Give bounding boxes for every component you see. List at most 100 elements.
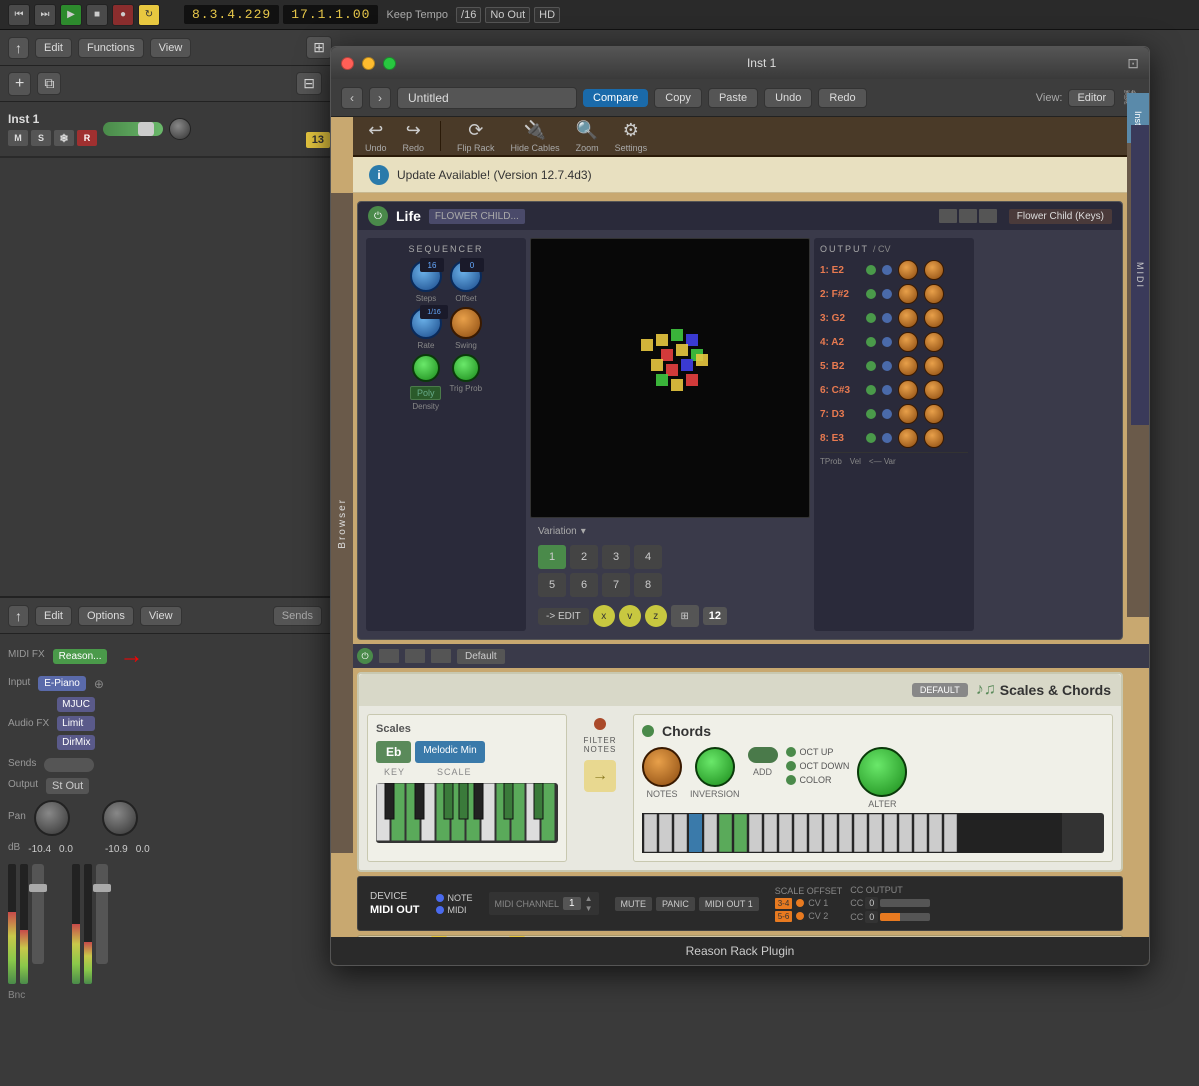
channel-down[interactable]: ▼: [585, 904, 593, 913]
add-toggle[interactable]: [748, 747, 778, 763]
rewind-btn[interactable]: ⏮: [8, 4, 30, 26]
edit-sends-btn[interactable]: Edit: [35, 606, 72, 626]
view-btn3[interactable]: [431, 649, 451, 663]
fx-limit[interactable]: Limit: [57, 716, 95, 731]
grid-btn[interactable]: ⊞: [671, 605, 699, 627]
scale-btn[interactable]: Melodic Min: [415, 741, 484, 763]
plugin-corner-btn[interactable]: ⊡: [1127, 55, 1139, 72]
output-select[interactable]: No Out: [485, 7, 530, 23]
minimize-btn[interactable]: [362, 57, 375, 70]
sends-up-btn[interactable]: ↑: [8, 605, 29, 627]
browser-sidebar[interactable]: Browser: [331, 193, 353, 853]
panel-toggle-btn[interactable]: ⊟: [296, 72, 322, 95]
midi-right-sidebar[interactable]: MIDI: [1131, 125, 1149, 425]
mute-btn[interactable]: MUTE: [615, 897, 653, 911]
undo-rack-btn[interactable]: ↩ Undo: [365, 120, 387, 153]
var-btn-7[interactable]: 7: [602, 573, 630, 597]
pan-knob-large[interactable]: [34, 800, 70, 836]
fader-vertical1[interactable]: [32, 864, 44, 964]
volume-fader[interactable]: [103, 122, 163, 136]
inversion-knob[interactable]: [695, 747, 735, 787]
view-menu[interactable]: View: [150, 38, 192, 58]
output-knob-3b[interactable]: [924, 308, 944, 328]
v-btn[interactable]: v: [619, 605, 641, 627]
grid-icon[interactable]: ⊞: [306, 36, 332, 59]
output-knob-6[interactable]: [898, 380, 918, 400]
midi-out1-btn[interactable]: MIDI OUT 1: [699, 897, 759, 911]
output-knob-8[interactable]: [898, 428, 918, 448]
mute-btn[interactable]: M: [8, 130, 28, 146]
freeze-icon[interactable]: ❄: [54, 130, 74, 146]
edit-menu[interactable]: Edit: [35, 38, 72, 58]
key-btn[interactable]: Eb: [376, 741, 411, 763]
division-select[interactable]: /16: [456, 7, 481, 23]
variation-arrow[interactable]: ▾: [581, 526, 586, 537]
functions-menu[interactable]: Functions: [78, 38, 144, 58]
view-icon3[interactable]: [979, 209, 997, 223]
sc-default-btn[interactable]: DEFAULT: [912, 683, 968, 697]
nav-next-btn[interactable]: ›: [369, 87, 391, 109]
settings-btn[interactable]: ⚙ Settings: [615, 120, 648, 153]
swing-knob[interactable]: [450, 307, 482, 339]
view-btn1[interactable]: [379, 649, 399, 663]
var-btn-4[interactable]: 4: [634, 545, 662, 569]
density-knob[interactable]: [412, 354, 440, 382]
power-indicator[interactable]: ⏻: [357, 648, 373, 664]
flip-rack-btn[interactable]: ⟳ Flip Rack: [457, 120, 495, 153]
output-knob-1b[interactable]: [924, 260, 944, 280]
output-knob-2b[interactable]: [924, 284, 944, 304]
channel-up[interactable]: ▲: [585, 894, 593, 903]
var-btn-3[interactable]: 3: [602, 545, 630, 569]
options-btn[interactable]: Options: [78, 606, 134, 626]
record-btn[interactable]: ●: [112, 4, 134, 26]
quality-select[interactable]: HD: [534, 7, 560, 23]
duplicate-btn[interactable]: ⧉: [37, 72, 61, 95]
back-btn[interactable]: ⏭: [34, 4, 56, 26]
pan-knob2[interactable]: [102, 800, 138, 836]
play-btn green[interactable]: ▶: [60, 4, 82, 26]
var-btn-2[interactable]: 2: [570, 545, 598, 569]
alter-knob[interactable]: [857, 747, 907, 797]
var-btn-1[interactable]: 1: [538, 545, 566, 569]
var-btn-5[interactable]: 5: [538, 573, 566, 597]
view-sends-btn[interactable]: View: [140, 606, 182, 626]
up-arrow-btn[interactable]: ↑: [8, 37, 29, 59]
panic-btn[interactable]: PANIC: [656, 897, 695, 911]
trig-knob[interactable]: [452, 354, 480, 382]
output-knob-4[interactable]: [898, 332, 918, 352]
var-btn-6[interactable]: 6: [570, 573, 598, 597]
hide-cables-btn[interactable]: 🔌 Hide Cables: [511, 120, 560, 153]
output-knob-7[interactable]: [898, 404, 918, 424]
nav-prev-btn[interactable]: ‹: [341, 87, 363, 109]
undo-btn[interactable]: Undo: [764, 88, 812, 108]
preset-dropdown[interactable]: Untitled: [397, 87, 577, 109]
view-icon2[interactable]: [959, 209, 977, 223]
x-btn[interactable]: x: [593, 605, 615, 627]
record-arm-btn[interactable]: R: [77, 130, 97, 146]
paste-btn[interactable]: Paste: [708, 88, 758, 108]
forward-btn[interactable]: →: [584, 760, 616, 792]
output-knob-6b[interactable]: [924, 380, 944, 400]
fx-mjuc[interactable]: MJUC: [57, 697, 95, 712]
pan-knob[interactable]: [169, 118, 191, 140]
view-btn2[interactable]: [405, 649, 425, 663]
channel-val[interactable]: 1: [563, 897, 581, 910]
output-value[interactable]: St Out: [46, 778, 89, 794]
output-knob-4b[interactable]: [924, 332, 944, 352]
view-dropdown[interactable]: Editor: [1068, 89, 1115, 107]
output-knob-3[interactable]: [898, 308, 918, 328]
fader-vertical2[interactable]: [96, 864, 108, 964]
output-knob-5b[interactable]: [924, 356, 944, 376]
add-track-btn[interactable]: +: [8, 72, 31, 96]
edit-btn[interactable]: -> EDIT: [538, 608, 589, 625]
close-btn[interactable]: [341, 57, 354, 70]
solo-btn[interactable]: S: [31, 130, 51, 146]
fx-dirmix[interactable]: DirMix: [57, 735, 95, 750]
input-badge[interactable]: E-Piano: [38, 676, 86, 691]
life-power-btn[interactable]: ⏻: [368, 206, 388, 226]
output-knob-1[interactable]: [898, 260, 918, 280]
output-knob-2[interactable]: [898, 284, 918, 304]
redo-btn[interactable]: Redo: [818, 88, 866, 108]
z-btn[interactable]: z: [645, 605, 667, 627]
output-knob-5[interactable]: [898, 356, 918, 376]
